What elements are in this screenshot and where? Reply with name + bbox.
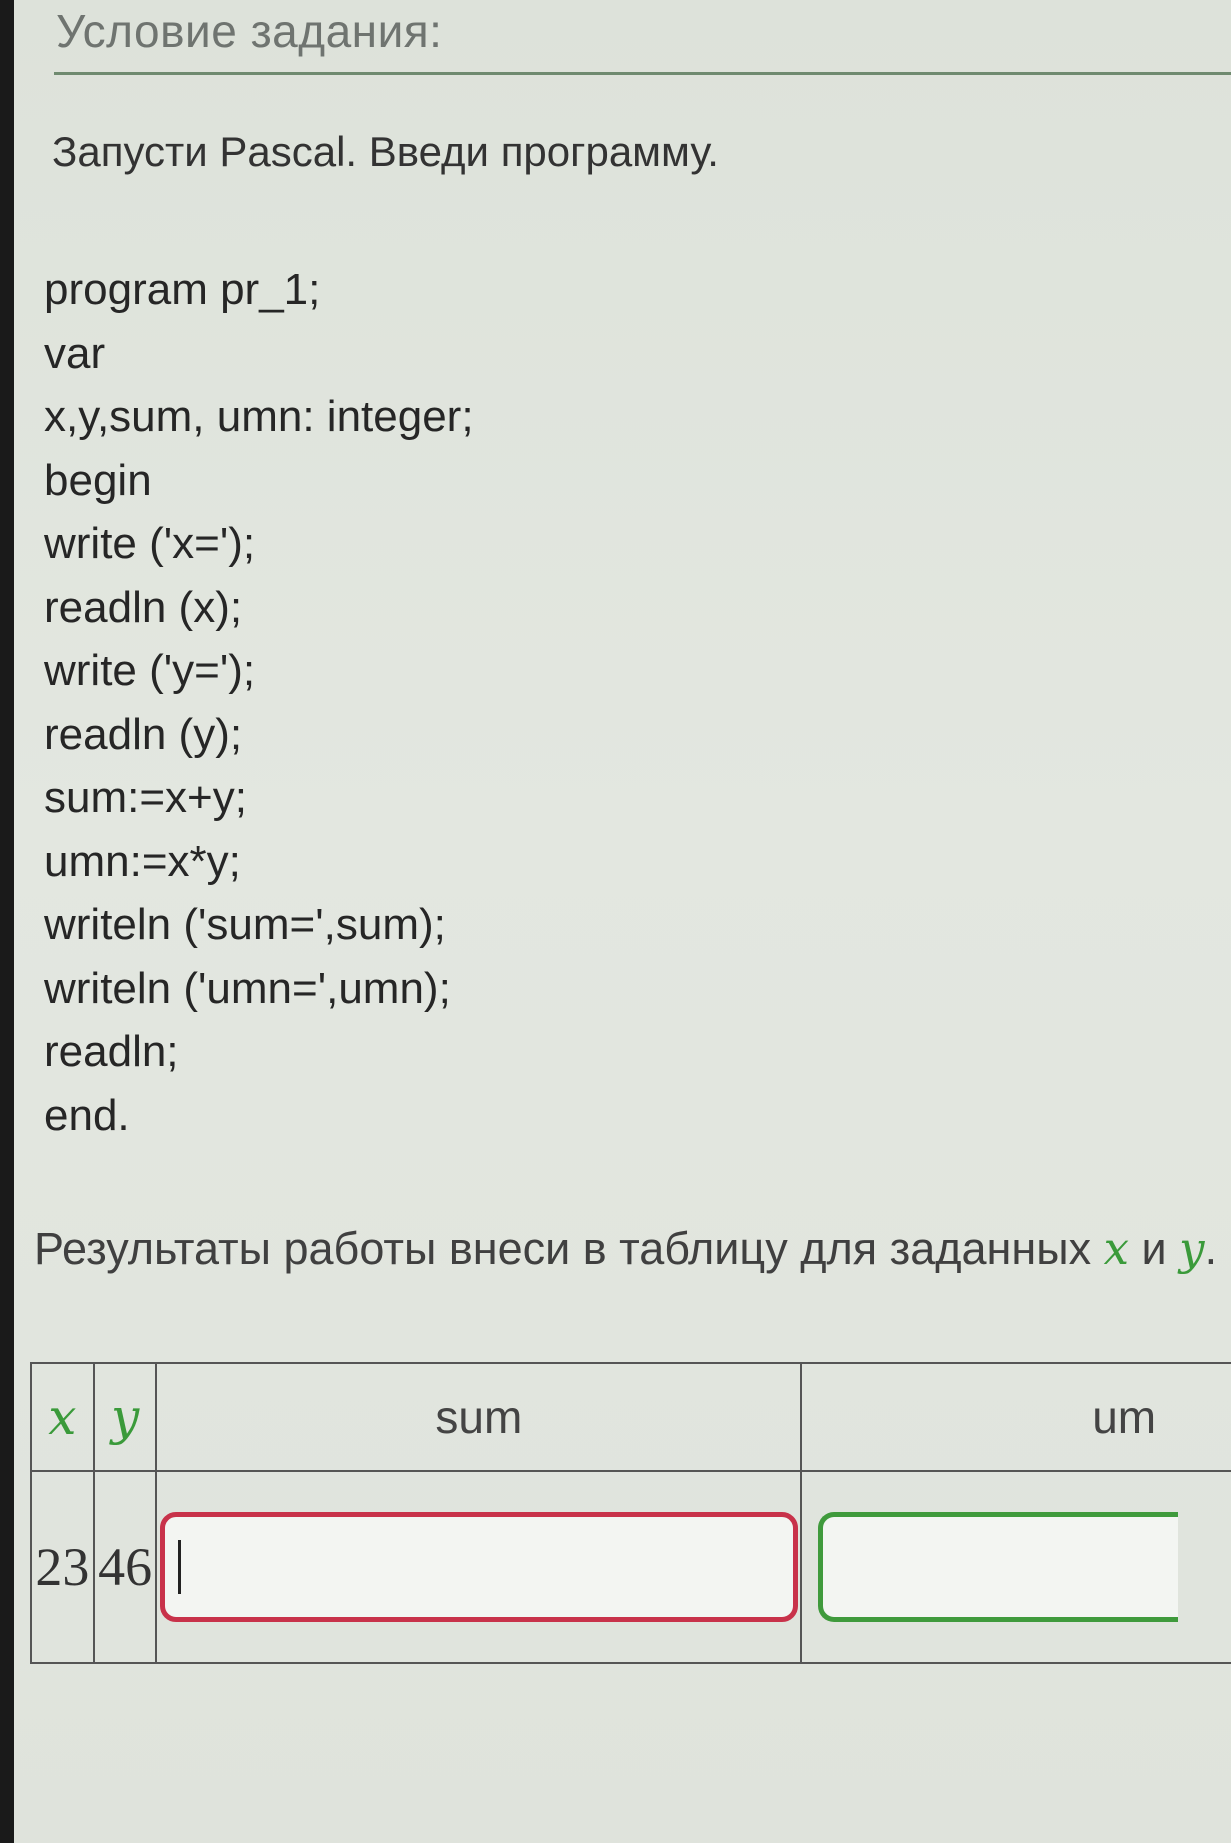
code-line: program pr_1; xyxy=(44,265,321,314)
conjunction: и xyxy=(1141,1223,1167,1274)
cell-umn xyxy=(800,1470,1231,1664)
period: . xyxy=(1204,1223,1218,1274)
code-line: end. xyxy=(44,1090,130,1140)
code-line: write ('y='); xyxy=(44,646,256,695)
code-line: readln (y); xyxy=(44,709,243,759)
code-line: x,y,sum, umn: integer; xyxy=(44,392,474,441)
table-row: 23 46 xyxy=(30,1470,1231,1664)
task-intro: Запусти Pascal. Введи программу. xyxy=(52,128,719,175)
code-line: var xyxy=(44,328,106,378)
results-table: x y sum um 23 46 xyxy=(30,1362,1231,1664)
result-instruction-text: Результаты работы внеси в таблицу для за… xyxy=(34,1223,1092,1274)
sum-input[interactable] xyxy=(159,1512,798,1622)
code-line: writeln ('umn=',umn); xyxy=(44,963,451,1013)
header-umn: um xyxy=(800,1362,1231,1472)
section-title: Условие задания: xyxy=(56,5,443,57)
header-y: y xyxy=(92,1362,158,1472)
code-line: umn:=x*y; xyxy=(44,836,241,886)
code-line: readln; xyxy=(44,1027,179,1076)
cell-sum xyxy=(155,1470,803,1664)
umn-input[interactable] xyxy=(818,1512,1179,1622)
cell-x-value: 23 xyxy=(30,1470,95,1664)
task-page: Условие задания: Запусти Pascal. Введи п… xyxy=(14,0,1231,1843)
text-caret xyxy=(177,1540,181,1594)
variable-x: x xyxy=(1103,1222,1129,1275)
cell-y-value: 46 xyxy=(92,1470,158,1664)
table-header-row: x y sum um xyxy=(30,1362,1231,1472)
result-instruction: Результаты работы внеси в таблицу для за… xyxy=(34,1222,1217,1275)
sum-input-wrap xyxy=(159,1512,798,1622)
code-line: begin xyxy=(44,455,152,505)
variable-y: y xyxy=(1179,1222,1205,1275)
code-line: writeln ('sum=',sum); xyxy=(44,900,446,949)
screen-bezel xyxy=(0,0,14,1843)
code-line: write ('x='); xyxy=(44,519,256,568)
header-sum: sum xyxy=(155,1362,803,1472)
code-line: sum:=x+y; xyxy=(44,773,247,822)
pascal-program: program pr_1; var x,y,sum, umn: integer;… xyxy=(44,258,474,1147)
code-line: readln (x); xyxy=(44,582,243,632)
header-x: x xyxy=(30,1362,95,1472)
title-divider xyxy=(54,72,1231,75)
